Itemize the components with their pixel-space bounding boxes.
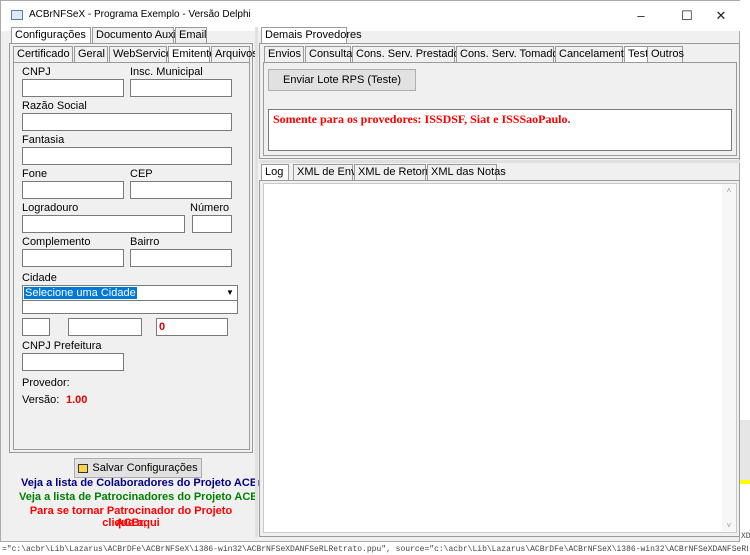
app-icon: [11, 10, 23, 20]
notice-text: Somente para os provedores: ISSDSF, Siat…: [273, 112, 571, 126]
razao-social-label: Razão Social: [22, 100, 87, 112]
demais-provedores-panel: Envios Consultas Cons. Serv. Prestados C…: [259, 43, 740, 159]
tab-envios[interactable]: Envios: [264, 46, 304, 62]
cep-label: CEP: [130, 168, 153, 180]
horizontal-splitter[interactable]: [259, 160, 740, 163]
cidade-extra-field[interactable]: [22, 300, 238, 314]
vertical-splitter[interactable]: [255, 27, 258, 537]
tab-cons-serv-prestados[interactable]: Cons. Serv. Prestados: [352, 46, 465, 62]
numero-field[interactable]: [192, 215, 232, 233]
log-scrollbar[interactable]: ˄ ˅: [722, 184, 736, 532]
tab-documento-auxiliar[interactable]: Documento Auxiliar: [92, 27, 191, 43]
log-memo[interactable]: ˄ ˅: [263, 183, 737, 533]
salvar-configuracoes-button[interactable]: Salvar Configurações: [74, 458, 202, 478]
tab-demais-provedores[interactable]: Demais Provedores: [261, 27, 362, 44]
fone-label: Fone: [22, 168, 48, 180]
codigo-municipio-field[interactable]: 0: [156, 318, 228, 336]
chevron-down-icon[interactable]: ▼: [224, 287, 236, 299]
minimize-button[interactable]: –: [623, 1, 659, 31]
background-edge-text: XDA: [741, 532, 750, 541]
versao-label: Versão:: [22, 394, 60, 406]
enviar-lote-rps-teste-button[interactable]: Enviar Lote RPS (Teste): [268, 69, 416, 91]
tab-outros[interactable]: Outros: [647, 46, 684, 62]
fone-field[interactable]: [22, 181, 124, 199]
logradouro-label: Logradouro: [22, 202, 79, 214]
app-window: ACBrNFSeX - Programa Exemplo - Versão De…: [0, 0, 741, 542]
logradouro-field[interactable]: [22, 215, 185, 233]
close-button[interactable]: ✕: [703, 1, 739, 31]
fantasia-field[interactable]: [22, 147, 232, 165]
salvar-configuracoes-label: Salvar Configurações: [92, 462, 198, 474]
cnpj-field[interactable]: [22, 79, 124, 97]
scroll-up-icon[interactable]: ˄: [724, 186, 734, 195]
cep-field[interactable]: [130, 181, 232, 199]
background-ide-right-edge: [740, 420, 750, 480]
cidade-select-value: Selecione uma Cidade: [24, 287, 137, 299]
cnpj-label: CNPJ: [22, 66, 51, 78]
teste-panel: Enviar Lote RPS (Teste) Somente para os …: [263, 62, 737, 156]
numero-label: Número: [190, 202, 230, 214]
versao-value: 1.00: [66, 394, 88, 406]
cnpj-prefeitura-label: CNPJ Prefeitura: [22, 340, 102, 352]
tab-cons-serv-tomados[interactable]: Cons. Serv. Tomados: [456, 46, 564, 62]
tab-certificado[interactable]: Certificado: [13, 46, 73, 62]
scroll-down-icon[interactable]: ˅: [724, 521, 734, 530]
right-subtabbar: Envios Consultas Cons. Serv. Prestados C…: [264, 46, 736, 63]
tab-cancelamento[interactable]: Cancelamento: [555, 46, 630, 62]
complemento-field[interactable]: [22, 249, 124, 267]
provedor-label: Provedor:: [22, 377, 70, 389]
cidade-label: Cidade: [22, 272, 57, 284]
left-tabbar: Configurações Documento Auxiliar Email: [11, 27, 251, 44]
bairro-label: Bairro: [130, 236, 160, 248]
fantasia-label: Fantasia: [22, 134, 65, 146]
complemento-label: Complemento: [22, 236, 91, 248]
insc-municipal-field[interactable]: [130, 79, 232, 97]
log-panel: ˄ ˅: [259, 180, 740, 537]
patrocinadores-link[interactable]: Veja a lista de Patrocinadores do Projet…: [19, 491, 263, 503]
tab-xml-envio[interactable]: XML de Envio: [293, 164, 365, 180]
tab-configuracoes[interactable]: Configurações: [11, 27, 91, 44]
save-icon: [78, 463, 89, 473]
tab-email[interactable]: Email: [175, 27, 207, 43]
municipio-field[interactable]: [68, 318, 142, 336]
bairro-field[interactable]: [130, 249, 232, 267]
cidade-select[interactable]: Selecione uma Cidade ▼: [22, 285, 238, 301]
tab-geral[interactable]: Geral: [74, 46, 108, 62]
tab-webservice[interactable]: WebService: [109, 46, 172, 62]
tab-arquivos[interactable]: Arquivos: [211, 46, 258, 62]
insc-municipal-label: Insc. Municipal: [130, 66, 203, 78]
notice-box: Somente para os provedores: ISSDSF, Siat…: [268, 109, 732, 151]
tab-log[interactable]: Log: [261, 164, 289, 181]
background-status-line: ="c:\acbr\Lib\Lazarus\ACBrDFe\ACBrNFSeX\…: [2, 545, 748, 554]
tab-xml-notas[interactable]: XML das Notas: [427, 164, 506, 180]
tab-consultas[interactable]: Consultas: [305, 46, 358, 62]
razao-social-field[interactable]: [22, 113, 232, 131]
cnpj-prefeitura-field[interactable]: [22, 353, 124, 371]
colaboradores-link[interactable]: Veja a lista de Colaboradores do Projeto…: [21, 477, 262, 489]
log-tabbar: Log XML de Envio XML de Retorno XML das …: [261, 164, 511, 181]
tab-emitente[interactable]: Emitente: [168, 46, 215, 63]
patrocinador-link-line2[interactable]: clique aqui: [19, 517, 243, 529]
uf-field[interactable]: [22, 318, 50, 336]
window-title: ACBrNFSeX - Programa Exemplo - Versão De…: [29, 9, 251, 20]
tab-xml-retorno[interactable]: XML de Retorno: [354, 164, 438, 180]
left-subtabbar: Certificado Geral WebService Emitente Ar…: [13, 46, 258, 63]
configuracoes-panel: Certificado Geral WebService Emitente Ar…: [9, 43, 258, 453]
emitente-panel: CNPJ Insc. Municipal Razão Social Fantas…: [13, 62, 250, 450]
maximize-button[interactable]: ☐: [669, 1, 705, 31]
